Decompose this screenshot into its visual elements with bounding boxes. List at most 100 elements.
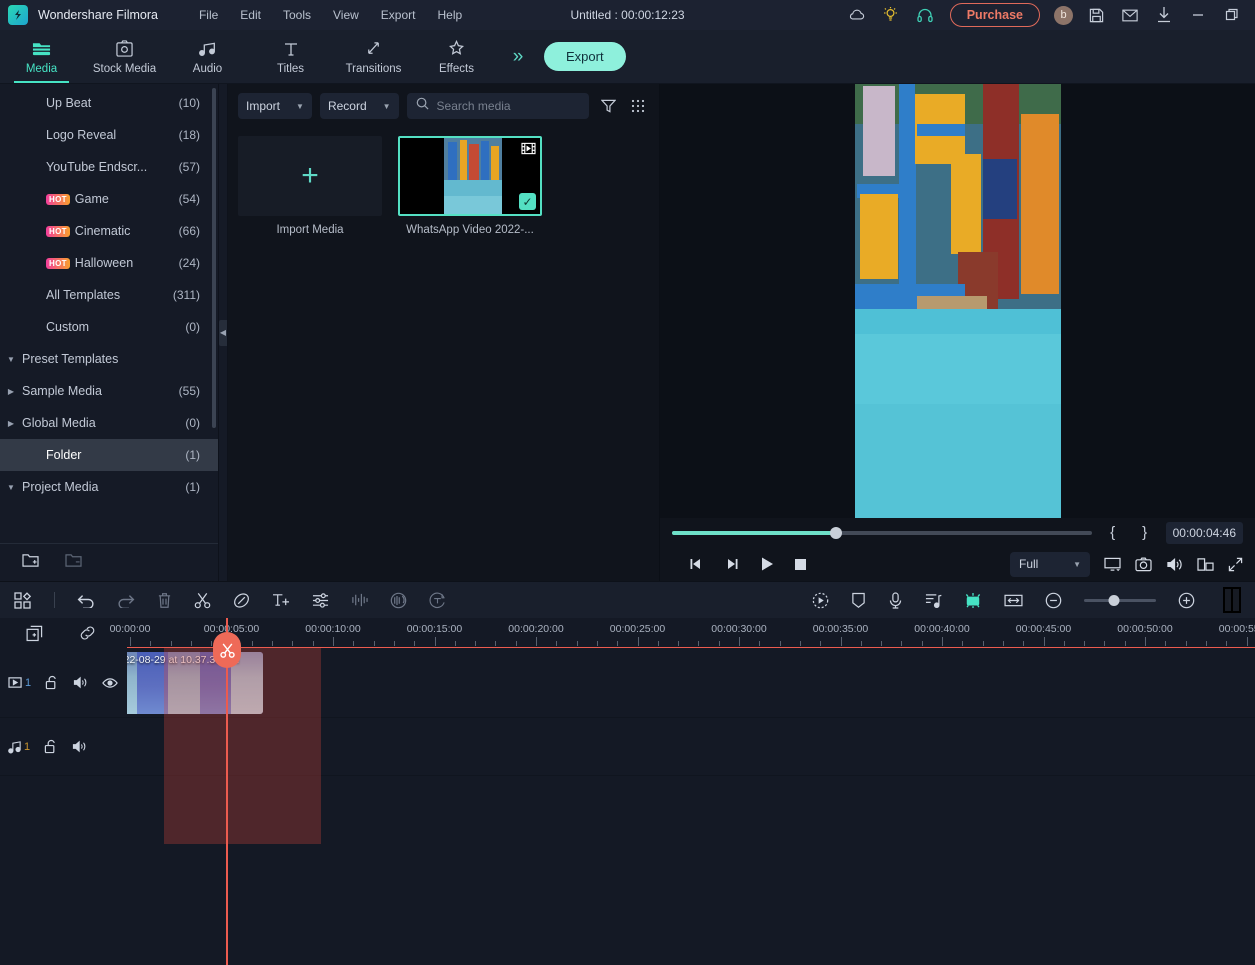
download-icon[interactable] bbox=[1147, 0, 1181, 30]
collapse-chevron-icon[interactable]: ◀ bbox=[219, 319, 227, 346]
lightbulb-icon[interactable] bbox=[874, 0, 908, 30]
pip-icon[interactable] bbox=[1197, 557, 1214, 572]
import-dropdown[interactable]: Import ▼ bbox=[238, 93, 312, 119]
prev-frame-button[interactable] bbox=[688, 556, 704, 572]
grid-view-icon[interactable] bbox=[627, 93, 649, 119]
audio-beat-icon[interactable] bbox=[925, 592, 942, 609]
mark-in-button[interactable]: { bbox=[1102, 524, 1124, 541]
seek-handle[interactable] bbox=[829, 526, 842, 539]
list-item[interactable]: ✓ WhatsApp Video 2022-... bbox=[398, 136, 542, 236]
tab-media[interactable]: Media bbox=[0, 30, 83, 83]
tab-audio[interactable]: Audio bbox=[166, 30, 249, 83]
cloud-icon[interactable] bbox=[840, 0, 874, 30]
display-mode-icon[interactable] bbox=[1104, 557, 1121, 572]
lock-icon[interactable] bbox=[44, 739, 58, 754]
playhead[interactable] bbox=[213, 618, 241, 965]
stop-button[interactable] bbox=[794, 556, 807, 572]
menu-tools[interactable]: Tools bbox=[272, 4, 322, 26]
render-preview-icon[interactable] bbox=[812, 592, 829, 609]
sidebar-item-halloween[interactable]: HOT Halloween (24) bbox=[0, 247, 218, 279]
auto-caption-icon[interactable] bbox=[429, 592, 446, 609]
sidebar-scroll-thumb[interactable] bbox=[212, 88, 216, 428]
headphones-icon[interactable] bbox=[908, 0, 942, 30]
next-frame-button[interactable] bbox=[724, 556, 740, 572]
quality-dropdown[interactable]: Full ▼ bbox=[1010, 551, 1090, 577]
new-folder-icon[interactable] bbox=[22, 553, 39, 573]
lock-icon[interactable] bbox=[45, 675, 59, 690]
menu-export[interactable]: Export bbox=[370, 4, 427, 26]
menu-file[interactable]: File bbox=[188, 4, 229, 26]
speed-ramp-icon[interactable] bbox=[390, 592, 407, 609]
filter-icon[interactable] bbox=[597, 93, 619, 119]
sidebar-item-global-media[interactable]: ▶ Global Media (0) bbox=[0, 407, 218, 439]
zoom-slider-handle[interactable] bbox=[1108, 594, 1120, 606]
sidebar-item-folder[interactable]: Folder (1) bbox=[0, 439, 218, 471]
zoom-out-icon[interactable] bbox=[1045, 592, 1062, 609]
sidebar-item-all-templates[interactable]: All Templates (311) bbox=[0, 279, 218, 311]
marker-icon[interactable] bbox=[851, 592, 866, 609]
save-icon[interactable] bbox=[1079, 0, 1113, 30]
export-button[interactable]: Export bbox=[544, 42, 626, 71]
sidebar-scrollbar[interactable] bbox=[212, 88, 216, 488]
import-media-card[interactable]: + Import Media bbox=[238, 136, 382, 236]
adjust-sliders-icon[interactable] bbox=[312, 592, 329, 608]
sidebar-item-cinematic[interactable]: HOT Cinematic (66) bbox=[0, 215, 218, 247]
chevron-down-icon[interactable]: ▼ bbox=[0, 483, 22, 492]
delete-icon[interactable] bbox=[157, 592, 172, 609]
sidebar-item-project-media[interactable]: ▼ Project Media (1) bbox=[0, 471, 218, 503]
tab-transitions[interactable]: Transitions bbox=[332, 30, 415, 83]
selected-check-icon[interactable]: ✓ bbox=[519, 193, 536, 210]
record-dropdown[interactable]: Record ▼ bbox=[319, 93, 399, 119]
audio-track-icon[interactable]: 1 bbox=[8, 740, 30, 754]
timeline-ruler[interactable]: 00:00:00 00:00:05:00 00:00:10:00 00:00:15:0… bbox=[110, 618, 1255, 648]
menu-view[interactable]: View bbox=[322, 4, 370, 26]
panel-collapse-handle[interactable]: ◀ bbox=[219, 84, 228, 581]
sidebar-item-custom[interactable]: Custom (0) bbox=[0, 311, 218, 343]
mark-out-button[interactable]: } bbox=[1134, 524, 1156, 541]
fullscreen-icon[interactable] bbox=[1228, 557, 1243, 572]
mail-icon[interactable] bbox=[1113, 0, 1147, 30]
tab-titles[interactable]: Titles bbox=[249, 30, 332, 83]
mute-icon[interactable] bbox=[73, 676, 88, 689]
snapshot-camera-icon[interactable] bbox=[1135, 557, 1152, 572]
seek-slider[interactable] bbox=[672, 526, 1092, 539]
fit-timeline-icon[interactable] bbox=[1004, 593, 1023, 608]
maximize-icon[interactable] bbox=[1215, 0, 1249, 30]
split-scissors-icon[interactable] bbox=[194, 592, 211, 609]
timeline-zoom-slider[interactable] bbox=[1084, 594, 1156, 606]
playhead-split-button[interactable] bbox=[213, 632, 241, 668]
eye-icon[interactable] bbox=[102, 677, 118, 689]
menu-help[interactable]: Help bbox=[426, 4, 473, 26]
video-track-icon[interactable]: 1 bbox=[8, 676, 31, 689]
mute-icon[interactable] bbox=[72, 740, 87, 753]
crop-mask-icon[interactable] bbox=[233, 592, 250, 609]
avatar[interactable]: b bbox=[1054, 5, 1073, 25]
search-input[interactable] bbox=[436, 99, 580, 113]
sidebar-item-preset-templates[interactable]: ▼ Preset Templates bbox=[0, 343, 218, 375]
minimize-icon[interactable] bbox=[1181, 0, 1215, 30]
chevron-right-icon[interactable]: ▶ bbox=[0, 419, 22, 428]
tab-stock-media[interactable]: Stock Media bbox=[83, 30, 166, 83]
add-text-icon[interactable] bbox=[272, 592, 290, 608]
chevron-down-icon[interactable]: ▼ bbox=[0, 355, 22, 364]
menu-edit[interactable]: Edit bbox=[229, 4, 272, 26]
link-icon[interactable] bbox=[79, 625, 96, 641]
remove-folder-icon[interactable] bbox=[65, 553, 82, 573]
add-track-icon[interactable] bbox=[26, 625, 43, 642]
sidebar-item-game[interactable]: HOT Game (54) bbox=[0, 183, 218, 215]
redo-icon[interactable] bbox=[117, 593, 135, 608]
audio-waveform-icon[interactable] bbox=[351, 592, 368, 608]
sidebar-item-logo-reveal[interactable]: Logo Reveal (18) bbox=[0, 119, 218, 151]
play-button[interactable] bbox=[760, 556, 774, 572]
sidebar-item-youtube-endscr[interactable]: YouTube Endscr... (57) bbox=[0, 151, 218, 183]
timeline-templates-icon[interactable] bbox=[14, 591, 32, 609]
chevron-right-icon[interactable]: ▶ bbox=[0, 387, 22, 396]
preview-timecode[interactable]: 00:00:04:46 bbox=[1165, 521, 1243, 544]
voiceover-mic-icon[interactable] bbox=[888, 591, 903, 609]
highlight-icon[interactable] bbox=[964, 592, 982, 609]
zoom-in-icon[interactable] bbox=[1178, 592, 1195, 609]
tab-effects[interactable]: Effects bbox=[415, 30, 498, 83]
sidebar-item-sample-media[interactable]: ▶ Sample Media (55) bbox=[0, 375, 218, 407]
undo-icon[interactable] bbox=[77, 593, 95, 608]
preview-video[interactable] bbox=[854, 84, 1061, 518]
